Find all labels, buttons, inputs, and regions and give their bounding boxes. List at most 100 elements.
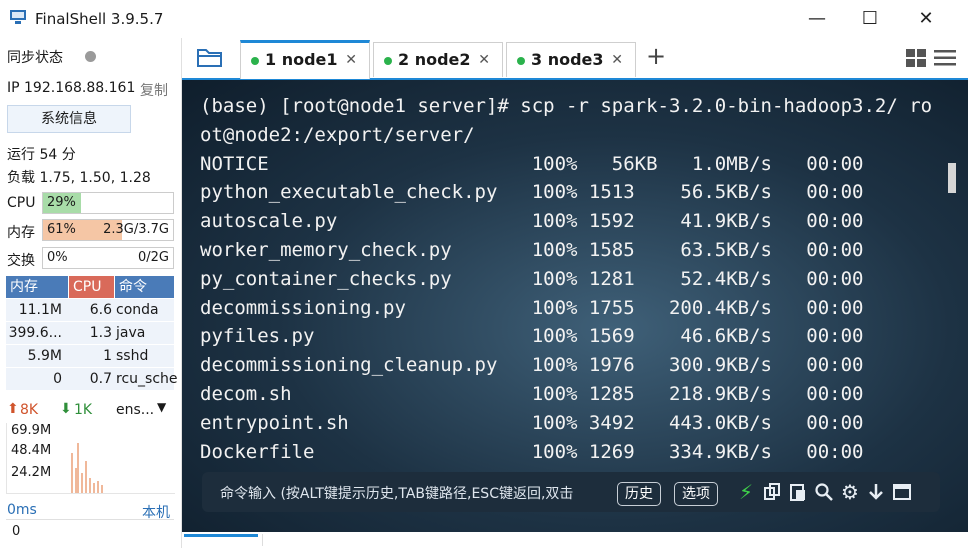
ip-address: IP 192.168.88.161 xyxy=(7,80,136,96)
network-graph: 69.9M 48.4M 24.2M xyxy=(6,423,175,494)
bottom-tool-tabs xyxy=(182,532,968,548)
command-input[interactable]: 命令输入 (按ALT键提示历史,TAB键路径,ESC键返回,双击 xyxy=(220,483,615,503)
process-table: 内存 CPU 命令 11.1M 6.6 conda 399.6... 1.3 j… xyxy=(6,276,178,390)
cpu-label: CPU xyxy=(7,195,36,211)
sync-status-label: 同步状态 xyxy=(7,50,63,66)
terminal-line: py_container_checks.py 100% 1281 52.4KB/… xyxy=(200,267,864,290)
history-button[interactable]: 历史 xyxy=(617,482,661,506)
upload-speed: 8K xyxy=(20,402,39,418)
memory-usage-detail: 2.3G/3.7G xyxy=(103,222,169,237)
title-bar: FinalShell 3.9.5.7 — ☐ ✕ xyxy=(0,0,968,38)
tab-node3[interactable]: 3 node3 ✕ xyxy=(506,42,636,77)
system-info-button[interactable]: 系统信息 xyxy=(7,105,131,133)
sync-status-dot xyxy=(85,51,96,62)
process-header-mem[interactable]: 内存 xyxy=(6,276,68,298)
close-tab-icon[interactable]: ✕ xyxy=(345,43,357,77)
process-row[interactable]: 399.6... 1.3 java xyxy=(6,322,174,344)
options-button[interactable]: 选项 xyxy=(674,482,718,506)
terminal-line: pyfiles.py 100% 1569 46.6KB/s 00:00 xyxy=(200,325,864,348)
network-scale-mid: 48.4M xyxy=(11,443,52,458)
process-command: java xyxy=(116,325,146,341)
swap-usage-value: 0% xyxy=(47,250,68,265)
cpu-usage-bar: 29% xyxy=(42,192,174,214)
gear-icon[interactable]: ⚙ xyxy=(840,482,860,502)
network-scale-low: 24.2M xyxy=(11,465,52,480)
close-button[interactable]: ✕ xyxy=(903,0,949,38)
swap-usage-detail: 0/2G xyxy=(138,250,169,265)
folder-icon[interactable] xyxy=(196,46,224,68)
grid-layout-icon[interactable] xyxy=(906,49,926,67)
process-row[interactable]: 11.1M 6.6 conda xyxy=(6,299,174,321)
uptime-text: 运行 54 分 xyxy=(7,147,76,163)
process-row[interactable]: 0 0.7 rcu_sche xyxy=(6,368,178,390)
process-mem: 399.6... xyxy=(8,325,62,341)
process-row[interactable]: 5.9M 1 sshd xyxy=(6,345,174,367)
terminal-line: autoscale.py 100% 1592 41.9KB/s 00:00 xyxy=(200,210,864,233)
connected-dot-icon xyxy=(384,57,392,65)
maximize-button[interactable]: ☐ xyxy=(847,0,893,38)
session-tab-bar: 1 node1 ✕ 2 node2 ✕ 3 node3 ✕ + xyxy=(182,38,968,80)
load-average-text: 负载 1.75, 1.50, 1.28 xyxy=(7,170,151,186)
process-cpu: 1.3 xyxy=(89,325,112,341)
copy-ip-link[interactable]: 复制 xyxy=(140,80,168,100)
latency-zero: 0 xyxy=(12,524,21,539)
download-speed: 1K xyxy=(74,402,93,418)
memory-usage-value: 61% xyxy=(47,222,76,237)
memory-label: 内存 xyxy=(7,225,35,241)
terminal-line: NOTICE 100% 56KB 1.0MB/s 00:00 xyxy=(200,152,864,175)
process-header-cpu[interactable]: CPU xyxy=(69,276,114,298)
latency-divider xyxy=(6,519,174,520)
cpu-usage-value: 29% xyxy=(47,195,76,210)
add-tab-button[interactable]: + xyxy=(646,42,666,70)
terminal-line: decommissioning_cleanup.py 100% 1976 300… xyxy=(200,354,864,377)
terminal-panel[interactable]: (base) [root@node1 server]# scp -r spark… xyxy=(182,80,968,532)
process-command: sshd xyxy=(116,348,149,364)
minimize-button[interactable]: — xyxy=(794,0,840,38)
app-logo-icon xyxy=(10,10,26,24)
tab-label: 3 node3 xyxy=(531,50,604,69)
download-arrow-icon: ⬇ xyxy=(60,401,72,417)
swap-label: 交换 xyxy=(7,253,35,269)
tab-label: 1 node1 xyxy=(265,50,338,69)
sidebar: 同步状态 IP 192.168.88.161 复制 系统信息 运行 54 分 负… xyxy=(0,38,182,548)
terminal-line: decom.sh 100% 1285 218.9KB/s 00:00 xyxy=(200,382,864,405)
process-mem: 11.1M xyxy=(18,302,62,318)
terminal-line: worker_memory_check.py 100% 1585 63.5KB/… xyxy=(200,238,864,261)
tab-node2[interactable]: 2 node2 ✕ xyxy=(373,42,503,77)
terminal-line: python_executable_check.py 100% 1513 56.… xyxy=(200,181,864,204)
terminal-line: decommissioning.py 100% 1755 200.4KB/s 0… xyxy=(200,296,864,319)
window-title: FinalShell 3.9.5.7 xyxy=(35,10,164,28)
network-traffic-bars xyxy=(71,443,103,493)
network-interface-select[interactable]: ens... xyxy=(116,402,154,418)
bottom-tab-divider xyxy=(262,534,263,546)
process-mem: 5.9M xyxy=(27,348,62,364)
latency-value: 0ms xyxy=(7,502,37,518)
process-cpu: 6.6 xyxy=(89,302,112,318)
memory-usage-bar: 61% 2.3G/3.7G xyxy=(42,219,174,241)
copy-icon[interactable] xyxy=(762,482,782,502)
process-header-cmd[interactable]: 命令 xyxy=(115,276,174,298)
tab-label: 2 node2 xyxy=(398,50,471,69)
network-scale-top: 69.9M xyxy=(11,423,52,438)
lightning-icon[interactable]: ⚡ xyxy=(736,482,756,502)
bottom-tab-indicator[interactable] xyxy=(184,534,258,537)
close-tab-icon[interactable]: ✕ xyxy=(478,43,490,77)
upload-arrow-icon: ⬆ xyxy=(7,401,19,417)
search-icon[interactable] xyxy=(814,482,834,502)
connected-dot-icon xyxy=(517,57,525,65)
arrow-down-icon[interactable] xyxy=(866,482,886,502)
terminal-line: (base) [root@node1 server]# scp -r spark… xyxy=(200,95,933,117)
window-icon[interactable] xyxy=(892,482,912,502)
chevron-down-icon[interactable]: ▼ xyxy=(157,400,166,414)
process-cpu: 0.7 xyxy=(89,371,112,387)
process-mem: 0 xyxy=(53,371,62,387)
close-tab-icon[interactable]: ✕ xyxy=(611,43,623,77)
terminal-scrollbar[interactable] xyxy=(948,163,956,193)
menu-icon[interactable] xyxy=(934,50,956,66)
process-command: rcu_sche xyxy=(116,371,178,387)
terminal-output[interactable]: (base) [root@node1 server]# scp -r spark… xyxy=(200,92,960,466)
paste-icon[interactable] xyxy=(788,482,808,502)
tab-node1[interactable]: 1 node1 ✕ xyxy=(240,40,370,79)
terminal-line: ot@node2:/export/server/ xyxy=(200,123,475,146)
sidebar-resize-handle[interactable] xyxy=(174,343,178,383)
